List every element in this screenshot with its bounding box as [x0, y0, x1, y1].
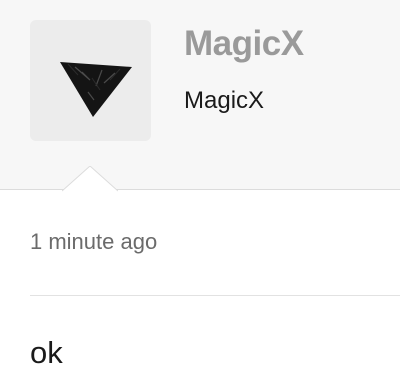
avatar[interactable] — [30, 20, 151, 141]
username: MagicX — [184, 87, 265, 114]
dark-triangle-logo-icon — [60, 62, 132, 117]
display-name[interactable]: MagicX — [184, 24, 304, 64]
post-timestamp: 1 minute ago — [30, 229, 158, 254]
message-text: ok — [30, 335, 63, 370]
user-header: MagicX MagicX — [0, 0, 400, 192]
divider — [30, 295, 400, 296]
popover-pointer — [62, 166, 118, 192]
post-card: MagicX MagicX 1 minute ago ok — [0, 0, 400, 392]
